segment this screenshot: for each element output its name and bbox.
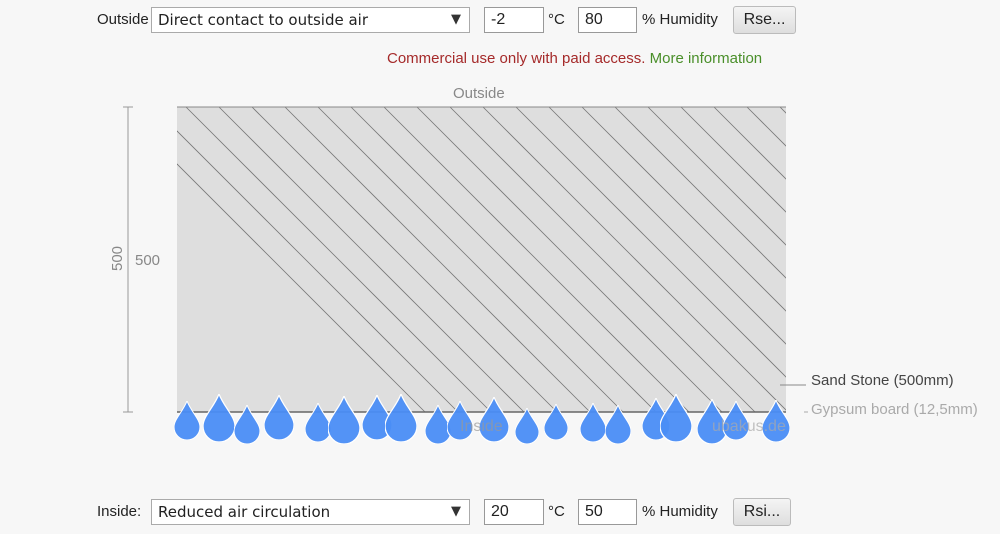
layer-gypsum-board[interactable]: Gypsum board (12,5mm) [811,401,978,418]
water-drop-icon [515,408,539,444]
inside-side-label: Inside [460,418,503,435]
sand-stone-layer [177,107,786,412]
layer-sand-stone[interactable]: Sand Stone (500mm) [811,372,954,389]
dropdown-arrow-icon: ▼ [451,504,461,519]
dimension-rotated: 500 [109,245,127,272]
inside-condition-select[interactable]: Reduced air circulation ▼ [151,499,470,525]
select-value: Reduced air circulation [158,503,331,521]
dimension-label: 500 [135,252,161,269]
inside-humidity-input[interactable]: 50 [578,499,637,525]
inside-temp-input[interactable]: 20 [484,499,544,525]
temp-unit: °C [548,503,565,520]
rsi-button[interactable]: Rsi... [733,498,791,526]
outside-side-label: Outside [453,85,505,102]
humidity-label: % Humidity [642,503,718,520]
watermark: ubakus.de [712,418,786,435]
inside-label: Inside: [97,503,142,520]
